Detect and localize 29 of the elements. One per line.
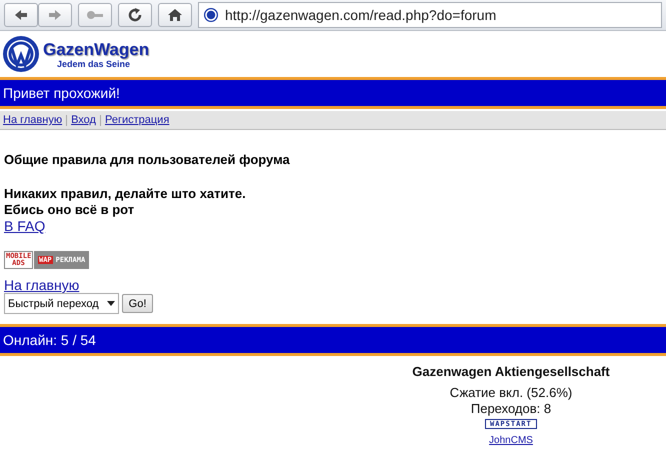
dropdown-arrow-icon [106, 301, 115, 306]
rules-text: Никаких правил, делайте што хатите. [4, 186, 247, 202]
site-logo-icon [203, 7, 219, 23]
visits-text: Переходов: 8 [470, 401, 552, 417]
home-link[interactable]: На главную [4, 277, 80, 293]
key-icon [86, 10, 104, 20]
rules-title: Общие правила для пользователей форума [4, 152, 291, 168]
nav-link[interactable]: На главную [3, 114, 62, 126]
online-bar: Онлайн: 5 / 54 [0, 324, 666, 356]
back-arrow-icon [14, 9, 28, 21]
back-button[interactable] [4, 3, 38, 27]
home-button[interactable] [158, 3, 192, 27]
nav-link[interactable]: Вход [71, 114, 96, 126]
nav-link[interactable]: Регистрация [104, 114, 170, 126]
greeting-bar: Привет прохожий! [0, 77, 666, 109]
logo-name: GazenWagen [43, 40, 150, 58]
quick-jump-dropdown[interactable]: Быстрый переход [4, 293, 119, 314]
go-button[interactable]: Go! [122, 294, 154, 313]
reload-button[interactable] [118, 3, 152, 27]
compression-text: Сжатие вкл. (52.6%) [450, 385, 572, 401]
logo-slogan: Jedem das Seine [57, 58, 130, 68]
rules-text: Ебись оно всё в рот [4, 202, 136, 218]
reload-icon [127, 7, 143, 23]
engine-link[interactable]: JohnCMS [489, 435, 533, 446]
forward-arrow-icon [48, 9, 62, 21]
house-icon [167, 8, 183, 22]
address-bar[interactable]: http://gazenwagen.com/read.php?do=forum [198, 2, 662, 28]
faq-link[interactable]: В FAQ [4, 218, 46, 234]
company-name: Gazenwagen Aktiengesellschaft [412, 364, 610, 379]
